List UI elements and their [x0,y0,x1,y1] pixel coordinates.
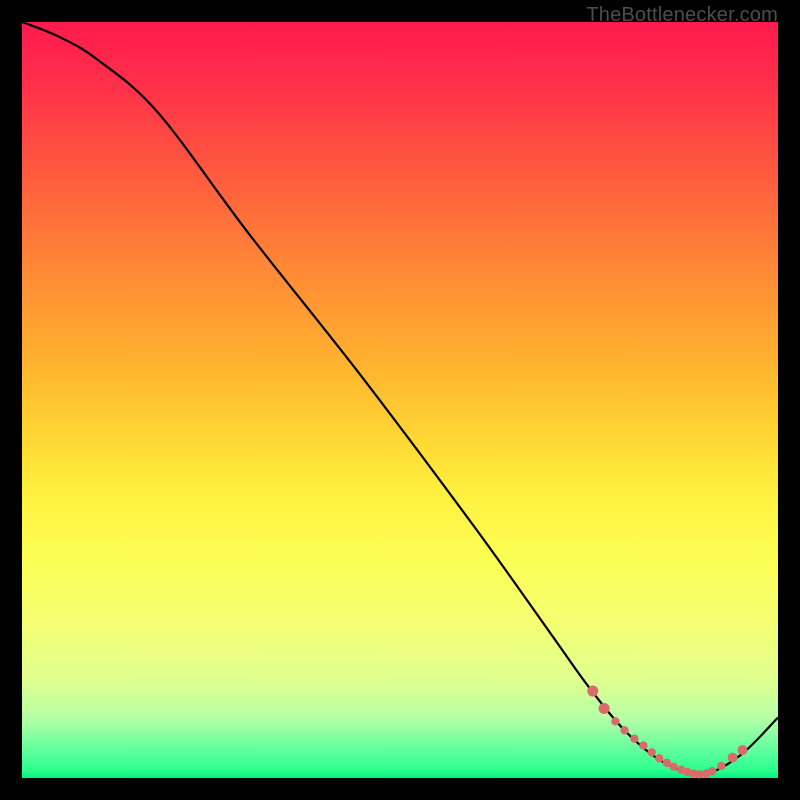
marker-dot [717,762,725,770]
marker-dot [708,767,716,775]
curve-group [22,22,778,778]
marker-dot [639,741,647,749]
plot-area [22,22,778,778]
main-curve [22,22,778,774]
marker-dot [611,717,619,725]
marker-dot [655,754,663,762]
marker-dot [737,745,747,755]
marker-dot [669,762,677,770]
chart-svg [22,22,778,778]
marker-dot [620,726,628,734]
chart-frame: TheBottlenecker.com [0,0,800,800]
marker-dot [728,753,738,763]
marker-dot [599,703,610,714]
marker-dot [648,748,656,756]
marker-dot [587,686,598,697]
marker-group [587,686,747,779]
marker-dot [630,734,638,742]
attribution-text: TheBottlenecker.com [586,4,778,27]
